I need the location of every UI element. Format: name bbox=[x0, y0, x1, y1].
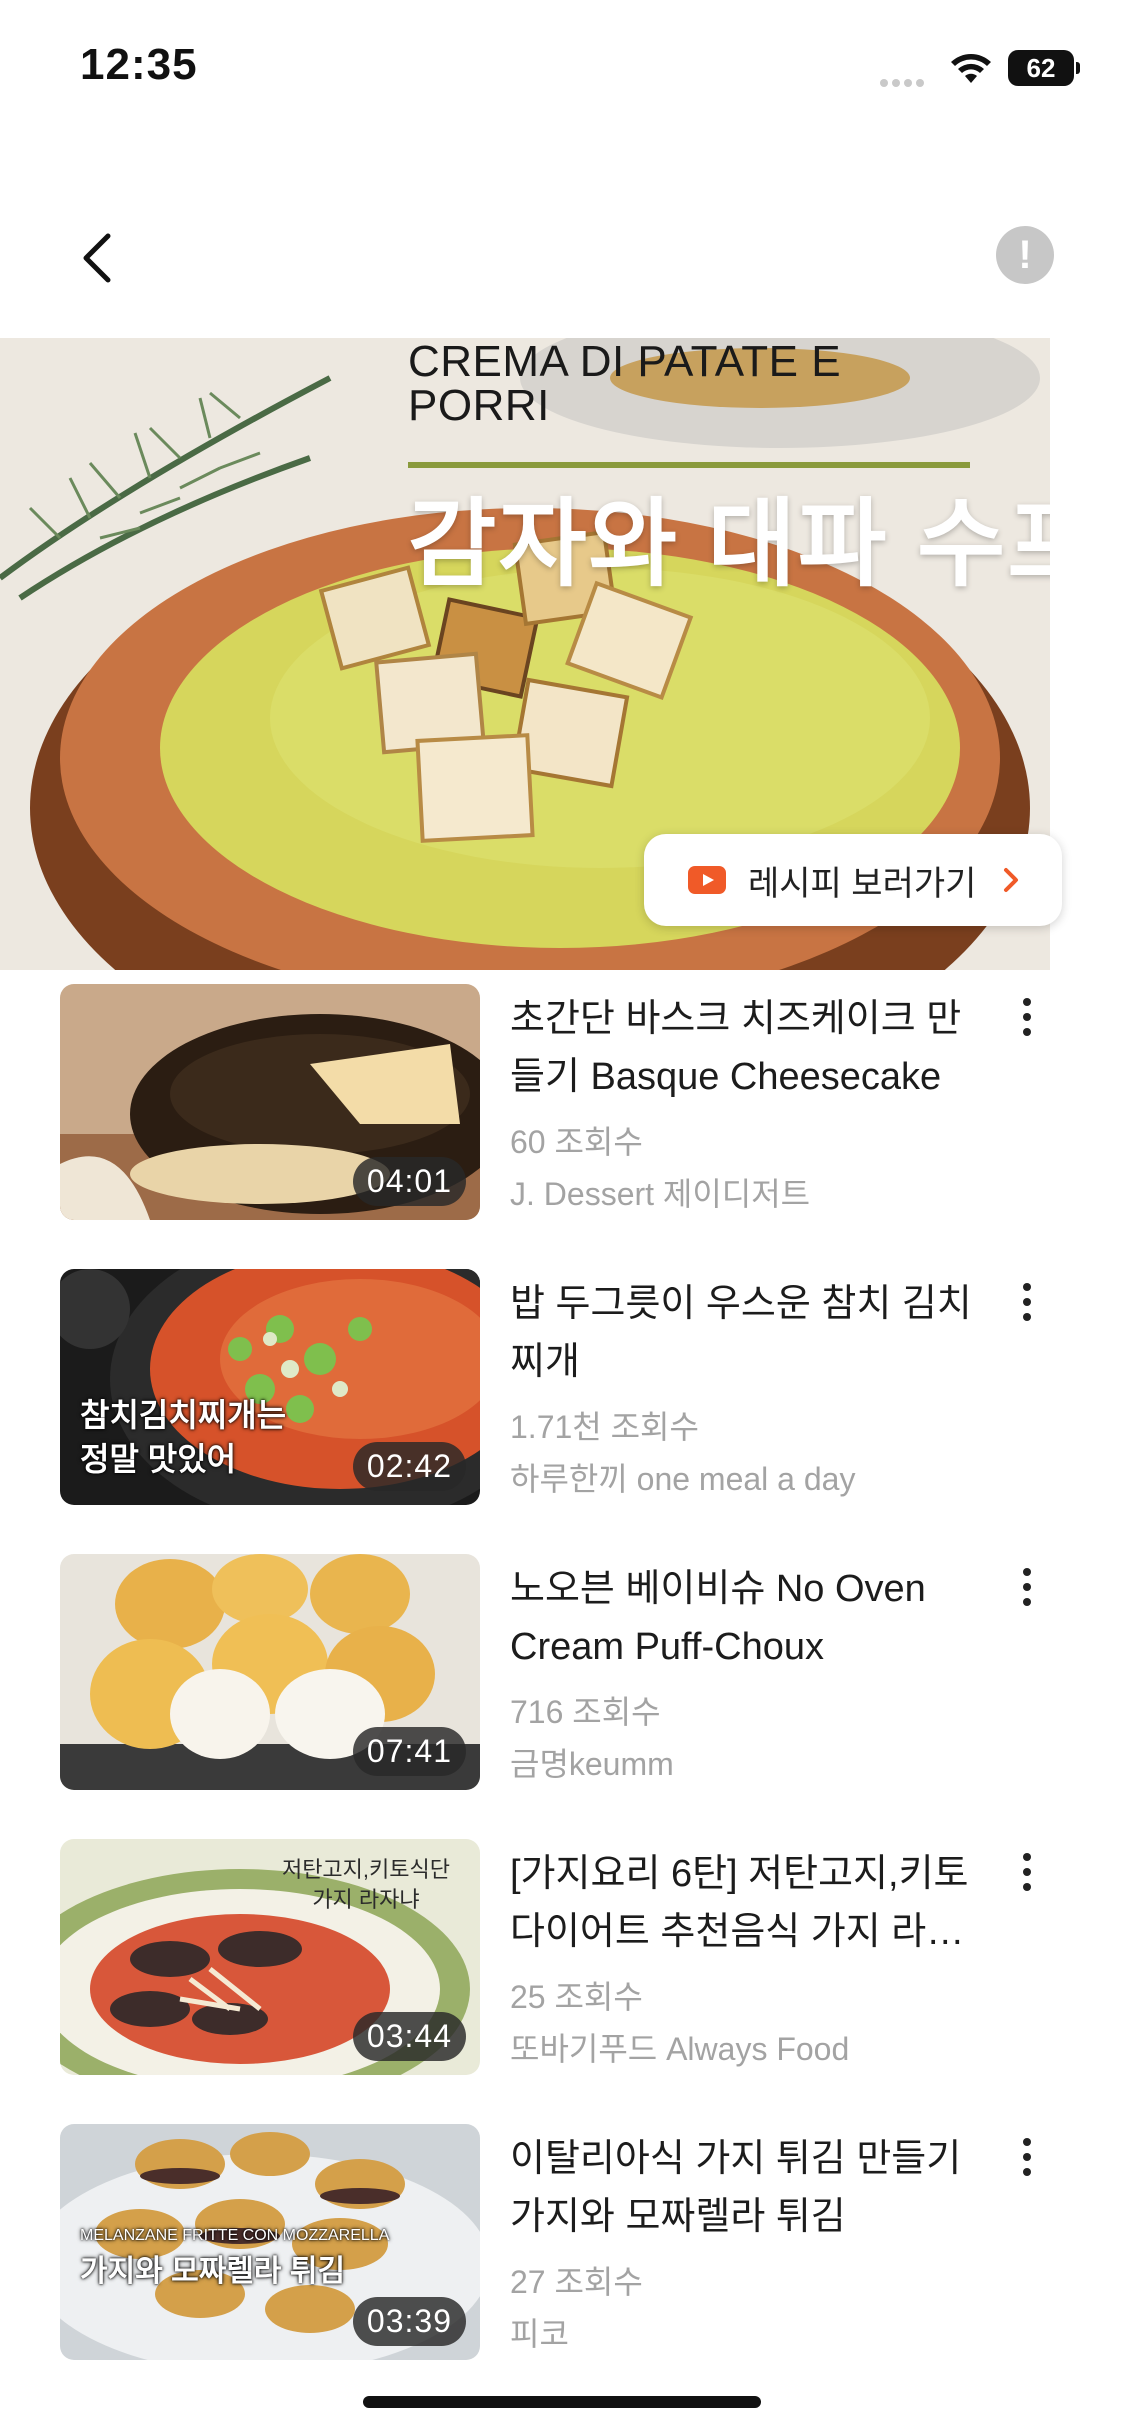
video-channel: 또바기푸드 Always Food bbox=[510, 2031, 850, 2067]
back-arrow-icon[interactable] bbox=[70, 228, 130, 288]
video-views: 716 조회수 bbox=[510, 1694, 661, 1730]
hero-subtitle: CREMA DI PATATE E PORRI bbox=[408, 338, 842, 430]
video-duration: 02:42 bbox=[352, 1442, 466, 1491]
video-views: 1.71천 조회수 bbox=[510, 1409, 699, 1445]
nav-bar: ! bbox=[0, 200, 1125, 310]
video-info[interactable]: 노오븐 베이비슈 No Oven Cream Puff-Choux 716 조회… bbox=[510, 1560, 980, 1792]
video-title: 초간단 바스크 치즈케이크 만들기 Basque Cheesecake bbox=[510, 998, 962, 1098]
video-thumbnail[interactable]: MELANZANE FRITTE CON MOZZARELLA 가지와 모짜렐라 … bbox=[60, 2124, 480, 2360]
report-alert-icon[interactable]: ! bbox=[996, 226, 1054, 284]
video-thumbnail[interactable]: 참치김치찌개는 정말 맛있어 02:42 bbox=[60, 1269, 480, 1505]
video-channel: 피코 bbox=[510, 2316, 569, 2352]
video-title: 이탈리아식 가지 튀김 만들기 가지와 모짜렐라 튀김 bbox=[510, 2138, 962, 2238]
home-indicator[interactable] bbox=[363, 2396, 761, 2408]
video-views: 27 조회수 bbox=[510, 2264, 643, 2300]
wifi-icon bbox=[951, 54, 991, 83]
video-thumbnail[interactable]: 04:01 bbox=[60, 984, 480, 1220]
video-info[interactable]: 초간단 바스크 치즈케이크 만들기 Basque Cheesecake 60 조… bbox=[510, 990, 980, 1222]
status-time: 12:35 bbox=[80, 40, 198, 89]
more-options-icon[interactable] bbox=[1010, 1279, 1044, 1335]
youtube-play-icon bbox=[688, 866, 726, 894]
more-options-icon[interactable] bbox=[1010, 994, 1044, 1050]
more-options-icon[interactable] bbox=[1010, 1564, 1044, 1620]
view-recipe-label: 레시피 보러가기 bbox=[748, 864, 977, 903]
list-item[interactable]: 07:41 노오븐 베이비슈 No Oven Cream Puff-Choux … bbox=[0, 1554, 1125, 1839]
chevron-right-icon bbox=[1004, 868, 1019, 892]
video-info[interactable]: 이탈리아식 가지 튀김 만들기 가지와 모짜렐라 튀김 27 조회수 피코 bbox=[510, 2130, 980, 2362]
view-recipe-button[interactable]: 레시피 보러가기 bbox=[644, 834, 1062, 926]
video-list: 04:01 초간단 바스크 치즈케이크 만들기 Basque Cheesecak… bbox=[0, 984, 1125, 2409]
video-duration: 03:39 bbox=[352, 2297, 466, 2346]
thumbnail-caption: MELANZANE FRITTE CON MOZZARELLA 가지와 모짜렐라 … bbox=[80, 2227, 390, 2288]
more-options-icon[interactable] bbox=[1010, 1849, 1044, 1905]
video-duration: 03:44 bbox=[352, 2012, 466, 2061]
video-views: 25 조회수 bbox=[510, 1979, 643, 2015]
battery-icon: 62 bbox=[1008, 50, 1080, 86]
video-duration: 04:01 bbox=[352, 1157, 466, 1206]
more-options-icon[interactable] bbox=[1010, 2134, 1044, 2190]
status-bar: 12:35 62 bbox=[0, 0, 1125, 140]
list-item[interactable]: 04:01 초간단 바스크 치즈케이크 만들기 Basque Cheesecak… bbox=[0, 984, 1125, 1269]
list-item[interactable]: MELANZANE FRITTE CON MOZZARELLA 가지와 모짜렐라 … bbox=[0, 2124, 1125, 2409]
thumbnail-caption: 저탄고지,키토식단 가지 라자냐 bbox=[281, 1857, 450, 1912]
video-thumbnail[interactable]: 07:41 bbox=[60, 1554, 480, 1790]
video-channel: J. Dessert 제이디저트 bbox=[510, 1176, 811, 1212]
thumbnail-caption: 참치김치찌개는 정말 맛있어 bbox=[80, 1397, 287, 1477]
video-title: 밥 두그릇이 우스운 참치 김치찌개 bbox=[510, 1283, 972, 1383]
video-info[interactable]: 밥 두그릇이 우스운 참치 김치찌개 1.71천 조회수 하루한끼 one me… bbox=[510, 1275, 980, 1507]
list-item[interactable]: 참치김치찌개는 정말 맛있어 02:42 밥 두그릇이 우스운 참치 김치찌개 1… bbox=[0, 1269, 1125, 1554]
hero-title: 감자와 대파 수프 bbox=[408, 491, 1050, 598]
list-item[interactable]: 저탄고지,키토식단 가지 라자냐 03:44 [가지요리 6탄] 저탄고지,키토다… bbox=[0, 1839, 1125, 2124]
video-thumbnail[interactable]: 저탄고지,키토식단 가지 라자냐 03:44 bbox=[60, 1839, 480, 2075]
video-duration: 07:41 bbox=[352, 1727, 466, 1776]
video-title: [가지요리 6탄] 저탄고지,키토다이어트 추천음식 가지 라자냐 bbox=[510, 1853, 969, 1953]
video-views: 60 조회수 bbox=[510, 1124, 643, 1160]
video-title: 노오븐 베이비슈 No Oven Cream Puff-Choux bbox=[510, 1568, 926, 1668]
cellular-signal-icon bbox=[880, 74, 932, 87]
video-info[interactable]: [가지요리 6탄] 저탄고지,키토다이어트 추천음식 가지 라자냐 25 조회수… bbox=[510, 1845, 980, 2077]
video-channel: 하루한끼 one meal a day bbox=[510, 1461, 856, 1497]
video-channel: 금명keumm bbox=[510, 1746, 674, 1782]
